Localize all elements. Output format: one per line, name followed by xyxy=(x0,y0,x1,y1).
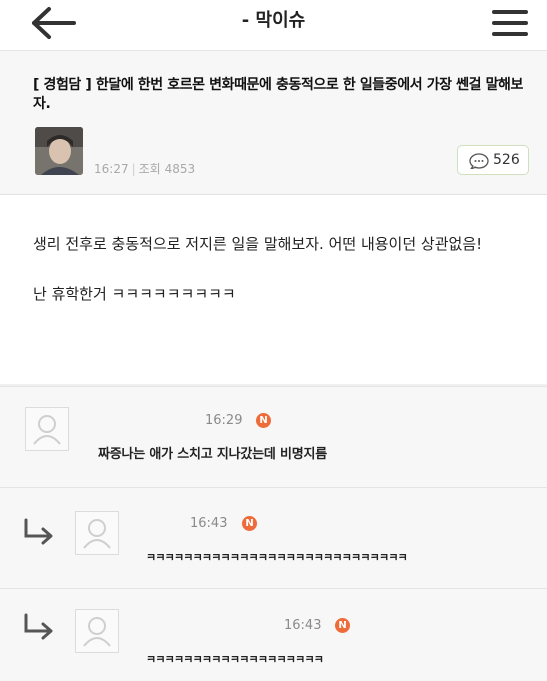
default-user-icon xyxy=(33,415,61,445)
views-count: 4853 xyxy=(164,162,196,176)
meta-divider: | xyxy=(131,162,136,176)
post-time: 16:27 xyxy=(94,162,129,176)
new-badge: N xyxy=(242,516,257,531)
commenter-avatar[interactable] xyxy=(75,511,119,555)
post-body-paragraph: 난 휴학한거 ㅋㅋㅋㅋㅋㅋㅋㅋㅋ xyxy=(33,285,236,303)
reply-item: 16:43 N ㅋㅋㅋㅋㅋㅋㅋㅋㅋㅋㅋㅋㅋㅋㅋㅋㅋㅋㅋ xyxy=(0,588,547,681)
comment-text: ㅋㅋㅋㅋㅋㅋㅋㅋㅋㅋㅋㅋㅋㅋㅋㅋㅋㅋㅋ xyxy=(146,653,324,666)
profile-photo-icon xyxy=(35,127,83,175)
reply-arrow-icon xyxy=(24,518,53,545)
comment-count-button[interactable]: 526 xyxy=(457,145,529,175)
comment-text: ㅋㅋㅋㅋㅋㅋㅋㅋㅋㅋㅋㅋㅋㅋㅋㅋㅋㅋㅋㅋㅋㅋㅋㅋㅋㅋㅋㅋ xyxy=(146,551,408,564)
post-body: 생리 전후로 충동적으로 저지른 일을 말해보자. 어떤 내용이던 상관없음! … xyxy=(33,232,533,306)
comment-time: 16:29 xyxy=(205,413,243,428)
post-body-paragraph: 생리 전후로 충동적으로 저지른 일을 말해보자. 어떤 내용이던 상관없음! xyxy=(33,235,483,253)
commenter-avatar[interactable] xyxy=(25,407,69,451)
speech-bubble-icon xyxy=(469,153,489,173)
new-badge: N xyxy=(335,618,350,633)
comment-time: 16:43 xyxy=(284,618,322,633)
reply-item: 16:43 N ㅋㅋㅋㅋㅋㅋㅋㅋㅋㅋㅋㅋㅋㅋㅋㅋㅋㅋㅋㅋㅋㅋㅋㅋㅋㅋㅋㅋ xyxy=(0,487,547,588)
commenter-avatar[interactable] xyxy=(75,609,119,653)
post-title: [ 경험담 ] 한달에 한번 호르몬 변화때문에 충동적으로 한 일들중에서 가… xyxy=(33,77,524,112)
default-user-icon xyxy=(83,617,111,647)
reply-arrow-icon xyxy=(24,613,53,640)
author-avatar[interactable] xyxy=(35,127,83,175)
hamburger-menu-icon xyxy=(492,10,528,36)
views-label: 조회 xyxy=(138,162,161,176)
comment-time: 16:43 xyxy=(190,516,228,531)
default-user-icon xyxy=(83,519,111,549)
top-bar: - 막이슈 xyxy=(0,0,547,51)
board-title: - 막이슈 xyxy=(241,10,306,31)
post-header: [ 경험담 ] 한달에 한번 호르몬 변화때문에 충동적으로 한 일들중에서 가… xyxy=(0,51,547,195)
comment-item: 16:29 N 짜증나는 애가 스치고 지나갔는데 비명지름 xyxy=(0,386,547,487)
new-badge: N xyxy=(256,413,271,428)
post-meta: 16:27 | 조회 4853 xyxy=(94,160,195,177)
comment-count: 526 xyxy=(493,152,520,168)
comment-text: 짜증나는 애가 스치고 지나갔는데 비명지름 xyxy=(98,447,327,462)
menu-button[interactable] xyxy=(490,8,530,38)
